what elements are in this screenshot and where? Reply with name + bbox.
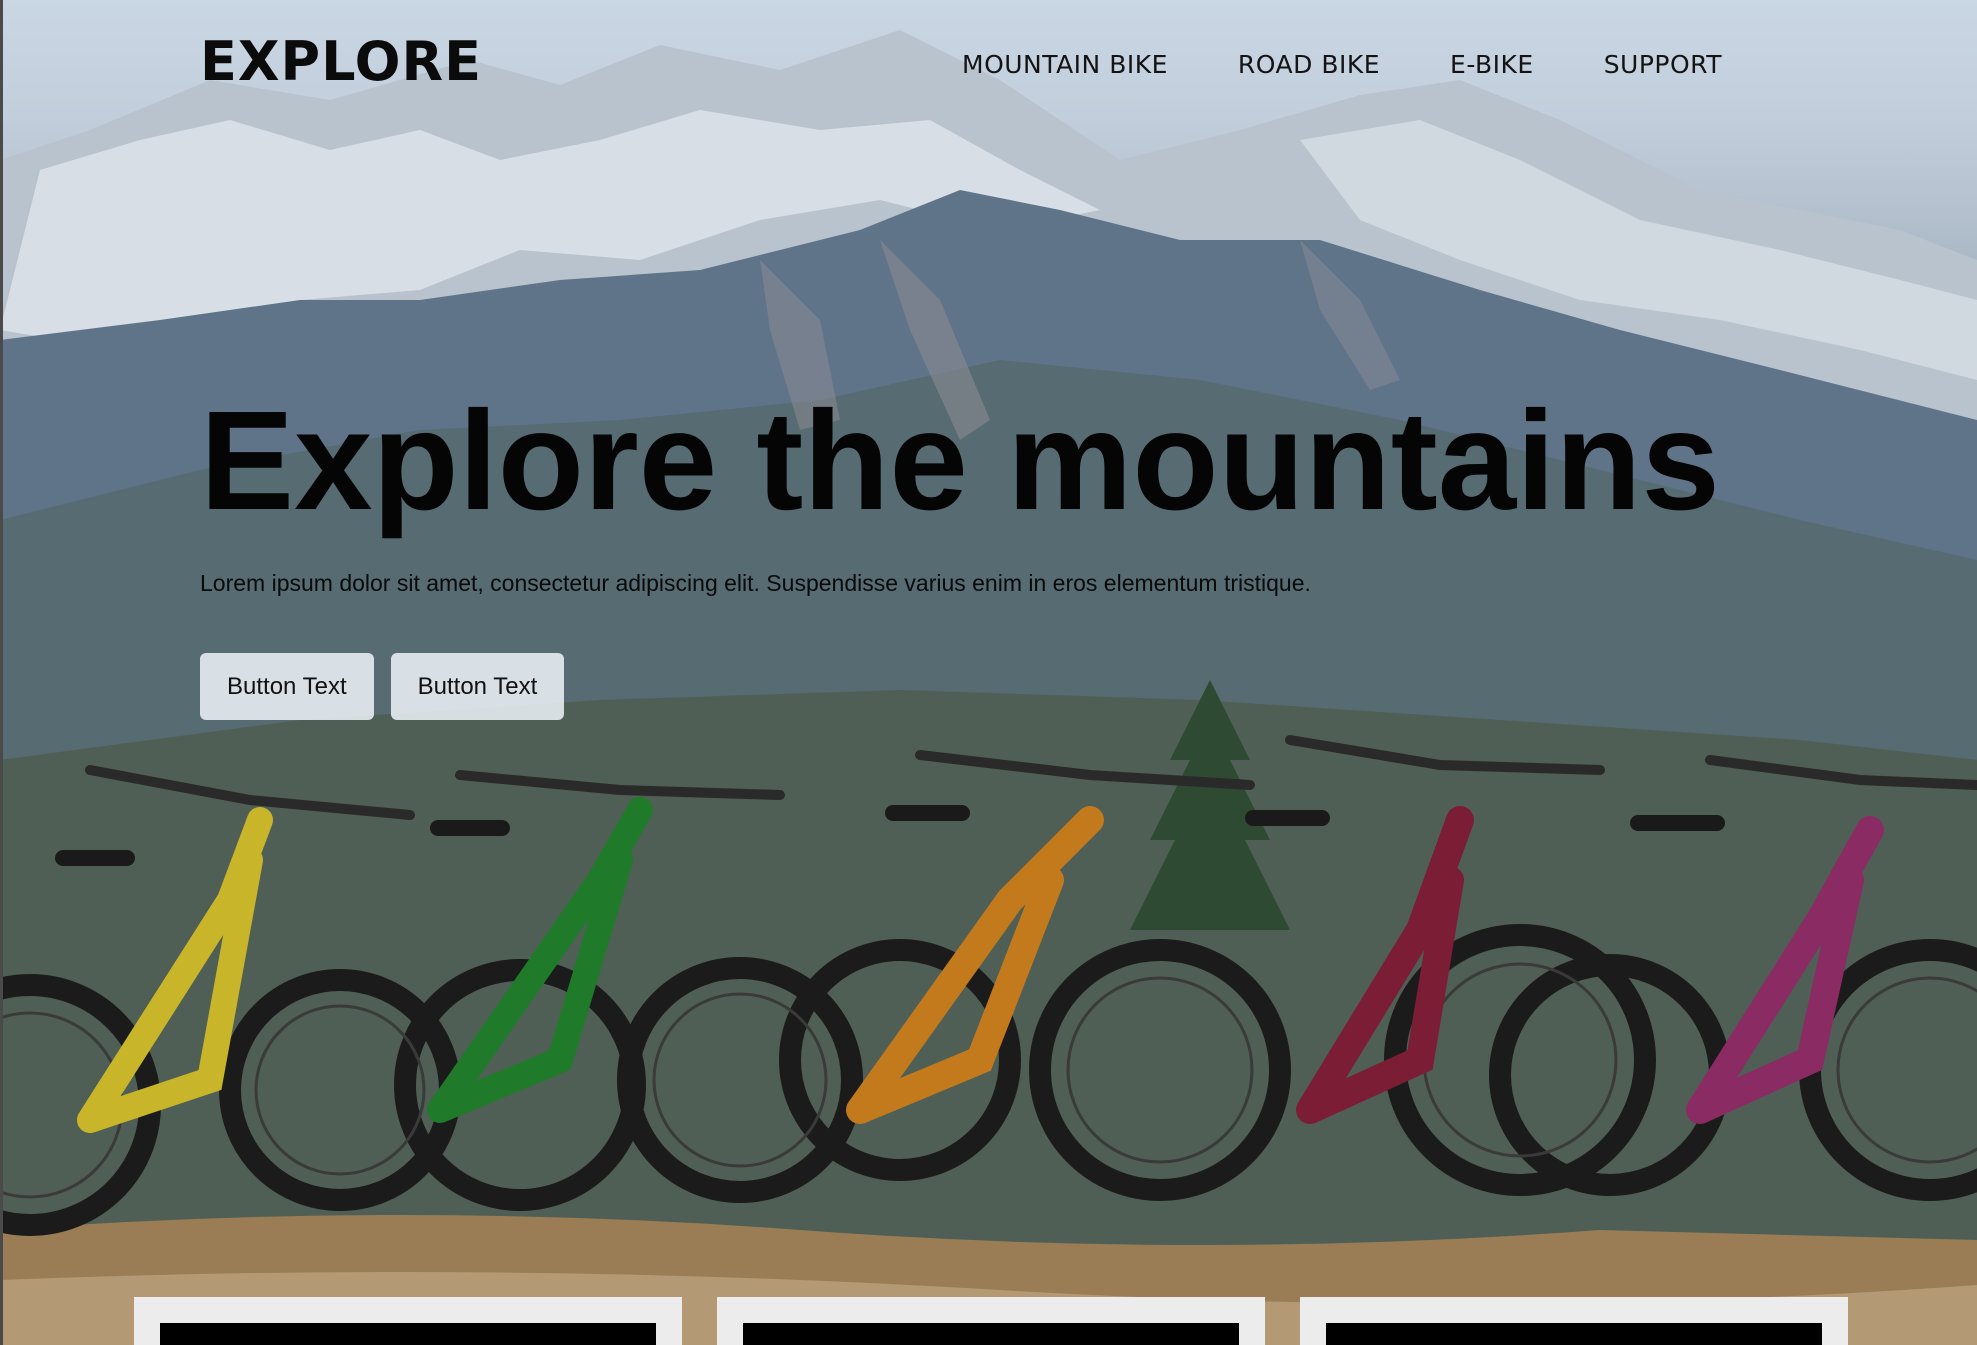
feature-card[interactable]: [1300, 1297, 1848, 1345]
hero-secondary-button[interactable]: Button Text: [390, 653, 565, 720]
nav-link-road-bike[interactable]: ROAD BIKE: [1238, 50, 1380, 79]
hero-title: Explore the mountains: [200, 381, 1720, 539]
site-header: EXPLORE MOUNTAIN BIKE ROAD BIKE E-BIKE S…: [0, 0, 1977, 130]
nav-link-mountain-bike[interactable]: MOUNTAIN BIKE: [962, 50, 1168, 79]
card-image-placeholder: [743, 1323, 1239, 1345]
card-image-placeholder: [1326, 1323, 1822, 1345]
card-image-placeholder: [160, 1323, 656, 1345]
hero-button-group: Button Text Button Text: [200, 653, 565, 720]
site-logo[interactable]: EXPLORE: [200, 30, 482, 93]
feature-card[interactable]: [717, 1297, 1265, 1345]
hero-primary-button[interactable]: Button Text: [200, 653, 374, 720]
feature-card[interactable]: [134, 1297, 682, 1345]
feature-cards: [134, 1297, 1848, 1345]
hero-description: Lorem ipsum dolor sit amet, consectetur …: [200, 570, 1311, 596]
main-nav: MOUNTAIN BIKE ROAD BIKE E-BIKE SUPPORT: [962, 50, 1722, 79]
window-left-border: [0, 0, 3, 1345]
nav-link-support[interactable]: SUPPORT: [1604, 50, 1722, 79]
nav-link-e-bike[interactable]: E-BIKE: [1450, 50, 1534, 79]
